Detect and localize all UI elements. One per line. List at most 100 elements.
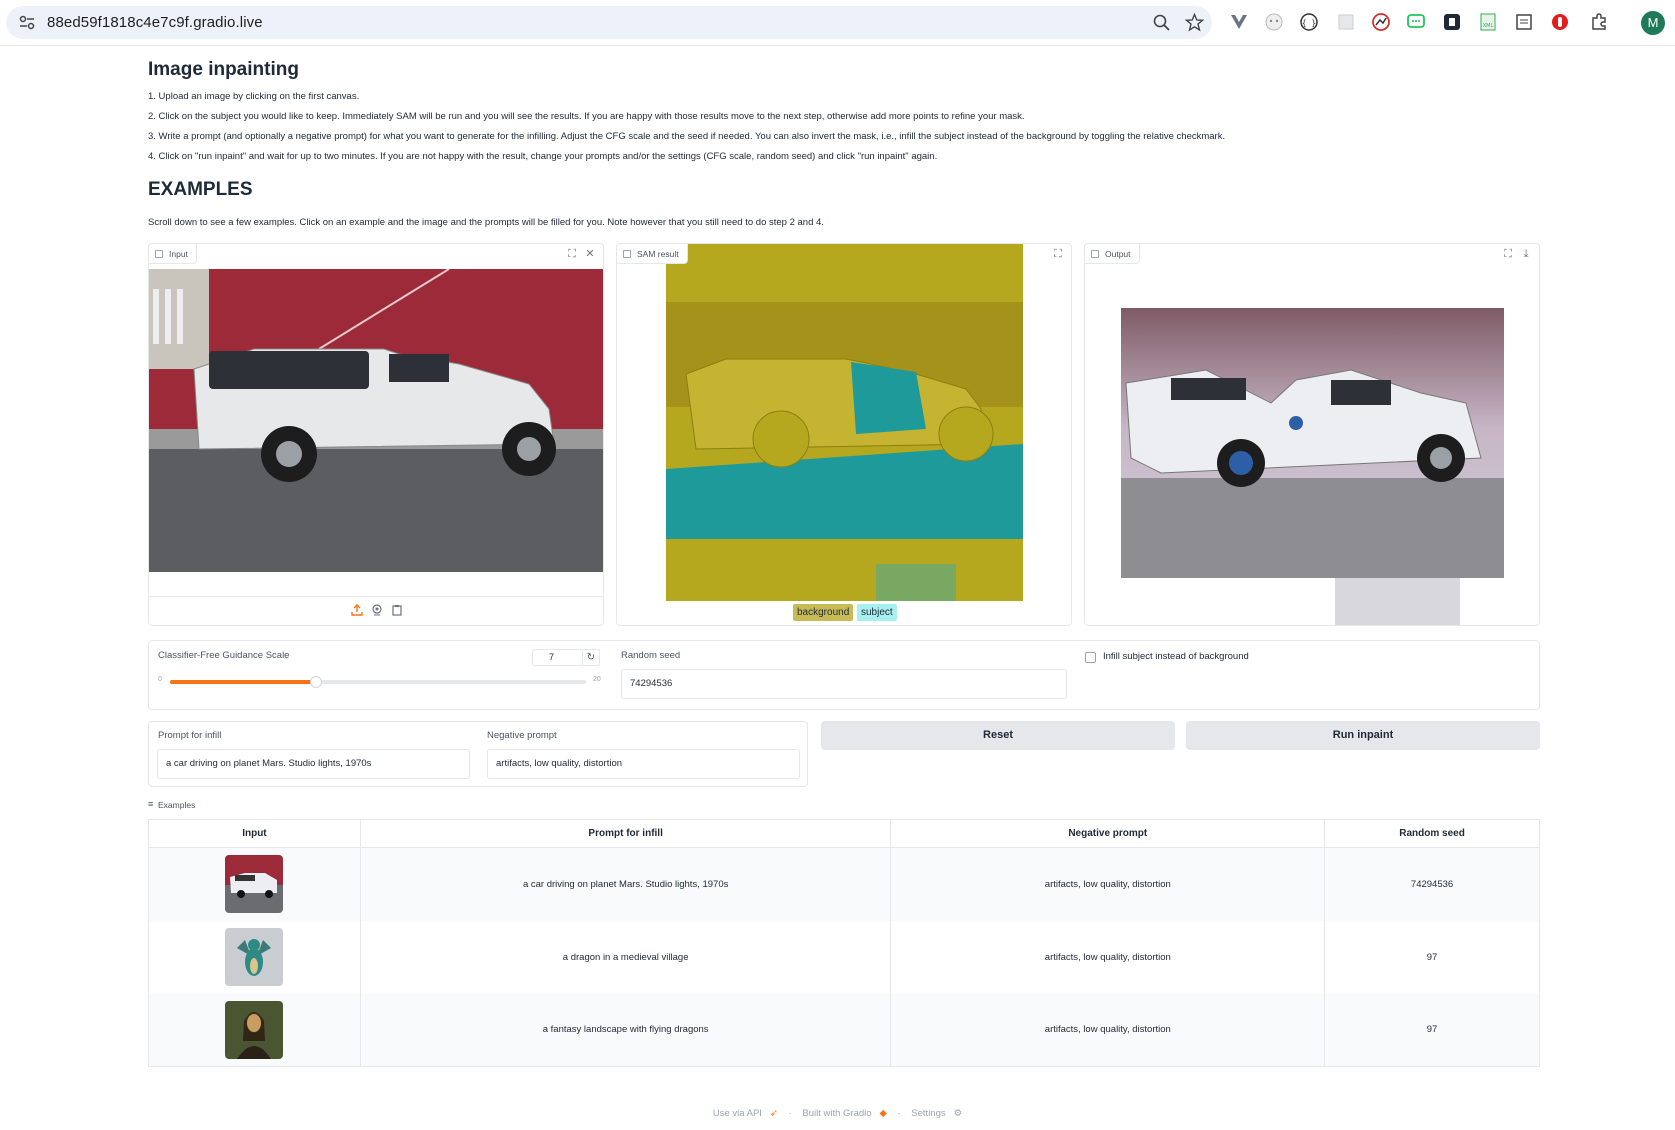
output-image	[1121, 308, 1504, 625]
example-thumb-cell[interactable]	[148, 847, 361, 921]
upload-icon[interactable]	[351, 604, 363, 616]
svg-text:{ }: { }	[1302, 19, 1316, 28]
input-image[interactable]	[149, 269, 603, 572]
examples-table: Input Prompt for infill Negative prompt …	[148, 819, 1540, 1067]
extension-chart-icon[interactable]	[1371, 12, 1391, 32]
input-label: Input	[149, 244, 197, 264]
bookmark-star-icon[interactable]	[1185, 13, 1204, 32]
examples-label: Examples	[148, 799, 195, 810]
output-panel: Output ⛶ ⤓	[1084, 243, 1540, 626]
example-row[interactable]: a dragon in a medieval village artifacts…	[148, 920, 1540, 994]
vuejs-devtools-icon[interactable]	[1229, 12, 1249, 32]
settings-link[interactable]: Settings	[911, 1108, 945, 1119]
extension-red-icon[interactable]	[1550, 12, 1570, 32]
column-header-negative: Negative prompt	[890, 819, 1326, 848]
examples-header-row: Input Prompt for infill Negative prompt …	[148, 819, 1540, 848]
column-header-prompt: Prompt for infill	[360, 819, 892, 848]
seed-label: Random seed	[621, 650, 681, 661]
example-thumb-dragon[interactable]	[225, 928, 284, 986]
cfg-number-input[interactable]: 7	[532, 649, 583, 666]
sam-result-panel: SAM result ⛶ background subject	[616, 243, 1072, 626]
prompt-label: Prompt for infill	[158, 730, 222, 741]
address-bar[interactable]: 88ed59f1818c4e7c9f.gradio.live	[6, 6, 1212, 39]
examples-note: Scroll down to see a few examples. Click…	[148, 217, 824, 228]
extension-code-icon[interactable]: { }	[1299, 12, 1319, 32]
example-row[interactable]: a fantasy landscape with flying dragons …	[148, 993, 1540, 1067]
fullscreen-icon[interactable]: ⛶	[1501, 247, 1515, 261]
gear-icon: ⚙	[953, 1108, 963, 1119]
column-header-seed: Random seed	[1324, 819, 1540, 848]
instruction-step-3: 3. Write a prompt (and optionally a nega…	[148, 131, 1226, 142]
legend-subject: subject	[857, 604, 897, 621]
extension-grid-icon[interactable]	[1336, 12, 1356, 32]
instruction-step-1: 1. Upload an image by clicking on the fi…	[148, 91, 360, 102]
cfg-min: 0	[158, 676, 162, 683]
legend-background: background	[793, 604, 854, 621]
rocket-icon: ➶	[769, 1108, 778, 1119]
gradio-logo-icon: ◆	[879, 1108, 887, 1119]
fullscreen-icon[interactable]: ⛶	[565, 247, 579, 261]
prompts-block: Prompt for infill a car driving on plane…	[148, 721, 808, 787]
example-seed[interactable]: 74294536	[1324, 847, 1540, 921]
example-negative[interactable]: artifacts, low quality, distortion	[890, 920, 1326, 994]
example-prompt[interactable]: a fantasy landscape with flying dragons	[360, 993, 892, 1067]
infill-subject-label: Infill subject instead of background	[1103, 651, 1249, 662]
image-icon	[623, 250, 631, 258]
built-with-gradio-link[interactable]: Built with Gradio	[802, 1108, 871, 1119]
image-icon	[155, 250, 163, 258]
infill-subject-checkbox[interactable]	[1085, 652, 1096, 663]
seed-input[interactable]: 74294536	[621, 669, 1067, 699]
example-prompt[interactable]: a dragon in a medieval village	[360, 920, 892, 994]
input-image-panel[interactable]: Input ⛶ ✕	[148, 243, 604, 626]
cfg-slider[interactable]	[170, 676, 586, 688]
cfg-max: 20	[593, 676, 601, 683]
sam-result-label: SAM result	[617, 244, 688, 264]
settings-row: Classifier-Free Guidance Scale 7 ↻ 0 20 …	[148, 640, 1540, 710]
image-icon	[1091, 250, 1099, 258]
example-row[interactable]: a car driving on planet Mars. Studio lig…	[148, 847, 1540, 921]
example-negative[interactable]: artifacts, low quality, distortion	[890, 993, 1326, 1067]
example-thumb-portrait[interactable]	[225, 1000, 284, 1059]
cfg-slider-thumb[interactable]	[309, 676, 322, 688]
cfg-slider-fill	[170, 680, 316, 684]
page-title: Image inpainting	[148, 59, 299, 80]
run-inpaint-button[interactable]: Run inpaint	[1186, 721, 1540, 750]
examples-heading: EXAMPLES	[148, 179, 253, 200]
download-icon[interactable]: ⤓	[1519, 247, 1533, 261]
footer: Use via API ➶ · Built with Gradio ◆ · Sett…	[0, 1108, 1675, 1119]
example-prompt[interactable]: a car driving on planet Mars. Studio lig…	[360, 847, 892, 921]
svg-text:XML: XML	[1483, 23, 1494, 29]
extension-chat-icon[interactable]	[1406, 12, 1426, 32]
negative-prompt-input[interactable]: artifacts, low quality, distortion	[487, 749, 800, 779]
extension-dark-icon[interactable]	[1442, 12, 1462, 32]
example-seed[interactable]: 97	[1324, 993, 1540, 1067]
example-thumb-cell[interactable]	[148, 993, 361, 1067]
extensions-puzzle-icon[interactable]	[1589, 12, 1609, 32]
example-thumb-car[interactable]	[225, 855, 284, 914]
extension-reader-icon[interactable]	[1514, 12, 1534, 32]
sam-result-image	[666, 244, 1023, 601]
reset-button[interactable]: Reset	[821, 721, 1175, 750]
clipboard-icon[interactable]	[391, 604, 403, 616]
url-text[interactable]: 88ed59f1818c4e7c9f.gradio.live	[47, 14, 263, 31]
webcam-icon[interactable]	[371, 604, 383, 616]
example-negative[interactable]: artifacts, low quality, distortion	[890, 847, 1326, 921]
fullscreen-icon[interactable]: ⛶	[1051, 247, 1065, 261]
example-thumb-cell[interactable]	[148, 920, 361, 994]
extension-xml-icon[interactable]: XML	[1478, 12, 1498, 32]
browser-toolbar: 88ed59f1818c4e7c9f.gradio.live { } XML M	[0, 0, 1675, 46]
use-via-api-link[interactable]: Use via API	[713, 1108, 762, 1119]
cfg-label: Classifier-Free Guidance Scale	[158, 650, 290, 661]
extension-face-icon[interactable]	[1264, 12, 1284, 32]
reset-cfg-icon[interactable]: ↻	[582, 649, 600, 666]
instruction-step-4: 4. Click on "run inpaint" and wait for u…	[148, 151, 938, 162]
prompt-input[interactable]: a car driving on planet Mars. Studio lig…	[157, 749, 470, 779]
zoom-icon[interactable]	[1152, 13, 1171, 32]
footer-separator: ·	[897, 1108, 901, 1119]
footer-separator: ·	[788, 1108, 792, 1119]
example-seed[interactable]: 97	[1324, 920, 1540, 994]
site-settings-icon[interactable]	[18, 14, 36, 31]
close-icon[interactable]: ✕	[583, 247, 597, 261]
profile-avatar[interactable]: M	[1641, 11, 1665, 35]
output-label: Output	[1085, 244, 1140, 264]
